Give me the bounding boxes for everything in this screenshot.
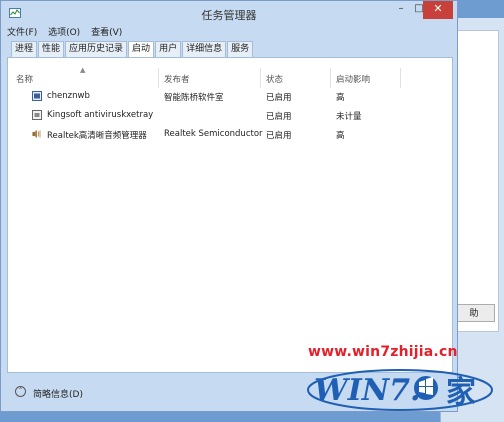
table-row[interactable]: Kingsoft antiviruskxetray 已启用 未计量 — [8, 107, 452, 125]
close-button[interactable]: ✕ — [423, 1, 453, 19]
row-impact: 高 — [336, 93, 345, 103]
svg-text:家: 家 — [446, 375, 476, 410]
fewer-details-link[interactable]: 简略信息(D) — [33, 387, 83, 400]
row-name: chenznwb — [47, 91, 90, 101]
watermark-logo: WIN7. 家 — [307, 369, 493, 411]
column-header-publisher[interactable]: 发布者 — [164, 73, 190, 85]
row-name: Realtek高清晰音频管理器 — [47, 131, 147, 141]
column-header-name[interactable]: 名称 — [16, 73, 33, 85]
background-window-button[interactable]: 助 — [453, 304, 495, 322]
app-icon — [32, 110, 42, 120]
column-divider — [158, 68, 159, 88]
tab-processes[interactable]: 进程 — [11, 41, 38, 58]
column-headers: ▲ 名称 发布者 状态 启动影响 — [8, 58, 452, 88]
menu-options[interactable]: 选项(O) — [48, 28, 80, 38]
sort-up-icon: ▲ — [80, 66, 86, 74]
column-divider — [330, 68, 331, 88]
row-publisher: Realtek Semiconductor — [164, 129, 263, 139]
column-divider — [400, 68, 401, 88]
column-header-status[interactable]: 状态 — [266, 73, 283, 85]
watermark-url: www.win7zhijia.cn — [308, 344, 458, 360]
chevron-up-icon[interactable]: ˄ — [15, 386, 26, 397]
row-name: Kingsoft antiviruskxetray — [47, 110, 154, 120]
column-divider — [260, 68, 261, 88]
tab-performance[interactable]: 性能 — [38, 41, 65, 58]
column-header-impact[interactable]: 启动影响 — [336, 73, 370, 85]
svg-text:WIN7.: WIN7. — [314, 373, 420, 408]
table-row[interactable]: Realtek高清晰音频管理器 Realtek Semiconductor 已启… — [8, 126, 452, 144]
tab-strip: 进程 性能 应用历史记录 启动 用户 详细信息 服务 — [11, 41, 451, 59]
title-bar[interactable]: 任务管理器 – □ ✕ — [1, 1, 457, 27]
menu-file[interactable]: 文件(F) — [7, 28, 37, 38]
app-icon — [32, 91, 42, 101]
tab-services[interactable]: 服务 — [227, 41, 254, 58]
tab-app-history[interactable]: 应用历史记录 — [65, 41, 128, 58]
tab-users[interactable]: 用户 — [155, 41, 182, 58]
startup-list-panel: ▲ 名称 发布者 状态 启动影响 chenznwb 智能陈桥软件室 已启用 高 — [7, 57, 453, 373]
background-window-panel — [457, 30, 499, 332]
menu-view[interactable]: 查看(V) — [91, 28, 122, 38]
row-status: 已启用 — [266, 112, 292, 122]
menu-bar: 文件(F) 选项(O) 查看(V) — [7, 25, 451, 39]
row-impact: 未计量 — [336, 112, 362, 122]
row-impact: 高 — [336, 131, 345, 141]
speaker-icon — [32, 130, 41, 138]
row-status: 已启用 — [266, 131, 292, 141]
row-publisher: 智能陈桥软件室 — [164, 93, 224, 103]
tab-details[interactable]: 详细信息 — [182, 41, 227, 58]
row-status: 已启用 — [266, 93, 292, 103]
table-row[interactable]: chenznwb 智能陈桥软件室 已启用 高 — [8, 88, 452, 106]
